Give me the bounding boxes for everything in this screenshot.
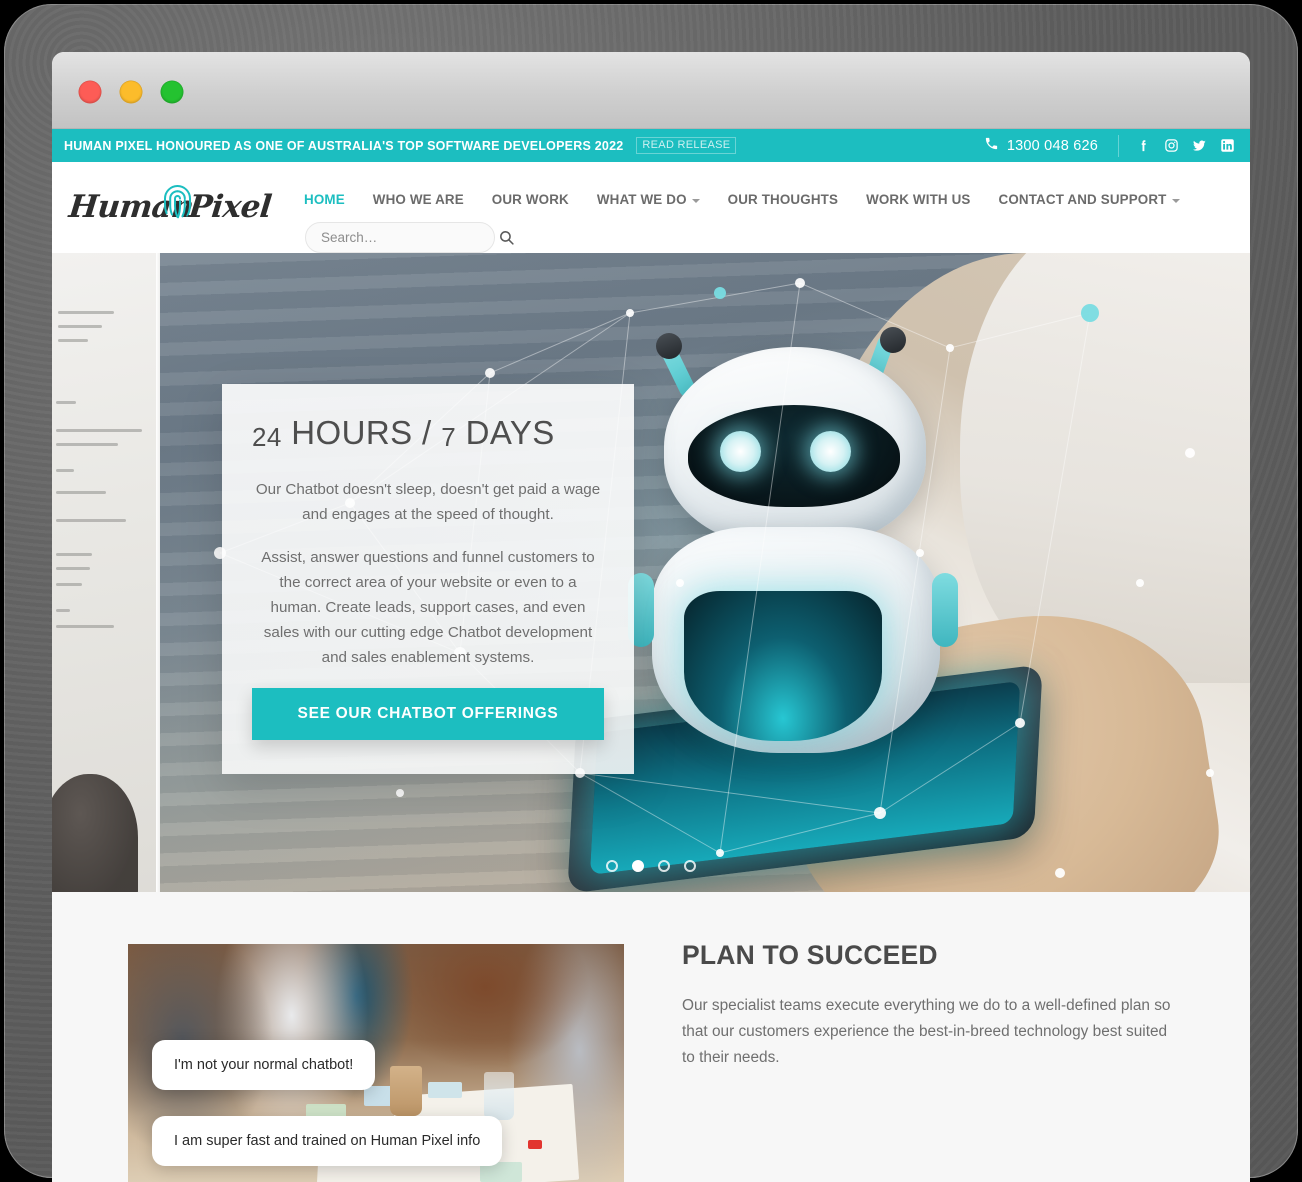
carousel-dot-1[interactable]: [606, 860, 618, 872]
phone-number: 1300 048 626: [1006, 137, 1098, 154]
photo-water-glass: [484, 1072, 514, 1120]
hero-copy-card: 24 HOURS / 7 DAYS Our Chatbot doesn't sl…: [222, 384, 634, 774]
nav-item-work-with-us[interactable]: WORK WITH US: [852, 192, 984, 207]
site-header: Human Pixel HOME WHO WE ARE OUR WORK WHA…: [52, 162, 1250, 253]
hero-title-days-number: 7: [441, 422, 457, 452]
device-bezel: HUMAN PIXEL HONOURED AS ONE OF AUSTRALIA…: [4, 4, 1298, 1182]
phone-link[interactable]: 1300 048 626: [970, 134, 1119, 157]
robot-chest-panel: [684, 591, 882, 741]
close-window-button[interactable]: [79, 81, 101, 103]
read-release-button[interactable]: READ RELEASE: [636, 137, 737, 154]
robot-antenna-cap-right: [880, 327, 906, 353]
carousel-dot-2[interactable]: [632, 860, 644, 872]
hero-title-hours-word: HOURS /: [281, 414, 442, 451]
hero-title-days-word: DAYS: [456, 414, 555, 451]
nav-label: CONTACT AND SUPPORT: [998, 192, 1167, 207]
see-our-chatbot-offerings-button[interactable]: SEE OUR CHATBOT OFFERINGS: [252, 688, 604, 740]
previous-slide-sliver[interactable]: [52, 253, 160, 892]
photo-marker: [528, 1140, 542, 1149]
nav-item-our-thoughts[interactable]: OUR THOUGHTS: [714, 192, 852, 207]
browser-titlebar: [52, 52, 1250, 129]
site-logo[interactable]: Human Pixel: [67, 180, 273, 234]
nav-item-home[interactable]: HOME: [290, 192, 359, 207]
hero-paragraph-1: Our Chatbot doesn't sleep, doesn't get p…: [255, 481, 601, 523]
facebook-icon[interactable]: [1136, 138, 1151, 153]
nav-label: HOME: [304, 192, 345, 207]
announcement-bar: HUMAN PIXEL HONOURED AS ONE OF AUSTRALIA…: [52, 129, 1250, 162]
photo-coffee-cup: [390, 1066, 422, 1116]
announcement-headline: HUMAN PIXEL HONOURED AS ONE OF AUSTRALIA…: [64, 138, 624, 153]
nav-label: WHO WE ARE: [372, 192, 464, 207]
chevron-down-icon: [691, 198, 700, 203]
twitter-icon[interactable]: [1192, 138, 1207, 153]
announcement-right-group: 1300 048 626: [970, 129, 1250, 162]
browser-screen: HUMAN PIXEL HONOURED AS ONE OF AUSTRALIA…: [52, 52, 1250, 1182]
search-input[interactable]: [321, 230, 498, 245]
nav-label: WHAT WE DO: [596, 192, 687, 207]
chat-bubble-1: I'm not your normal chatbot!: [152, 1040, 376, 1090]
robot-eye-right: [810, 431, 851, 472]
nav-item-contact-and-support[interactable]: CONTACT AND SUPPORT: [985, 192, 1194, 207]
plan-photo: I'm not your normal chatbot! I am super …: [128, 944, 624, 1182]
hero-title: 24 HOURS / 7 DAYS: [252, 414, 604, 452]
instagram-icon[interactable]: [1164, 138, 1179, 153]
plan-to-succeed-section: I'm not your normal chatbot! I am super …: [52, 892, 1250, 1182]
carousel-dot-4[interactable]: [684, 860, 696, 872]
nav-item-our-work[interactable]: OUR WORK: [478, 192, 583, 207]
carousel-dots: [52, 860, 1250, 872]
minimize-window-button[interactable]: [120, 81, 142, 103]
nav-label: OUR WORK: [491, 192, 569, 207]
search-icon[interactable]: [498, 229, 515, 246]
window-controls: [79, 81, 183, 103]
hero-paragraph-2: Assist, answer questions and funnel cust…: [261, 549, 595, 666]
nav-label: OUR THOUGHTS: [727, 192, 839, 207]
logo-word-pixel: Pixel: [187, 189, 273, 225]
chevron-down-icon: [1171, 198, 1180, 203]
photo-sticky-3: [428, 1082, 462, 1098]
plan-title: PLAN TO SUCCEED: [682, 940, 938, 970]
robot-visor: [688, 405, 900, 507]
hero-title-hours-number: 24: [252, 422, 282, 452]
robot-eye-left: [720, 431, 761, 472]
search-box[interactable]: [305, 222, 514, 253]
carousel-dot-3[interactable]: [658, 860, 670, 872]
chat-bubble-2: I am super fast and trained on Human Pix…: [152, 1116, 503, 1166]
linkedin-icon[interactable]: [1220, 138, 1235, 153]
robot-arm-right: [932, 573, 958, 647]
nav-item-what-we-do[interactable]: WHAT WE DO: [583, 192, 714, 207]
phone-icon: [984, 136, 999, 156]
maximize-window-button[interactable]: [161, 81, 183, 103]
main-navigation: HOME WHO WE ARE OUR WORK WHAT WE DO OUR …: [290, 192, 1194, 207]
social-links: [1119, 138, 1250, 153]
plan-body: Our specialist teams execute everything …: [682, 997, 1171, 1066]
nav-item-who-we-are[interactable]: WHO WE ARE: [359, 192, 478, 207]
hero-robot-hologram: [628, 305, 962, 775]
robot-antenna-cap-left: [656, 333, 682, 359]
hero-carousel: 24 HOURS / 7 DAYS Our Chatbot doesn't sl…: [52, 253, 1250, 892]
previous-slide-person: [52, 774, 138, 892]
plan-copy: PLAN TO SUCCEED Our specialist teams exe…: [682, 940, 1182, 1071]
nav-label: WORK WITH US: [866, 192, 971, 207]
